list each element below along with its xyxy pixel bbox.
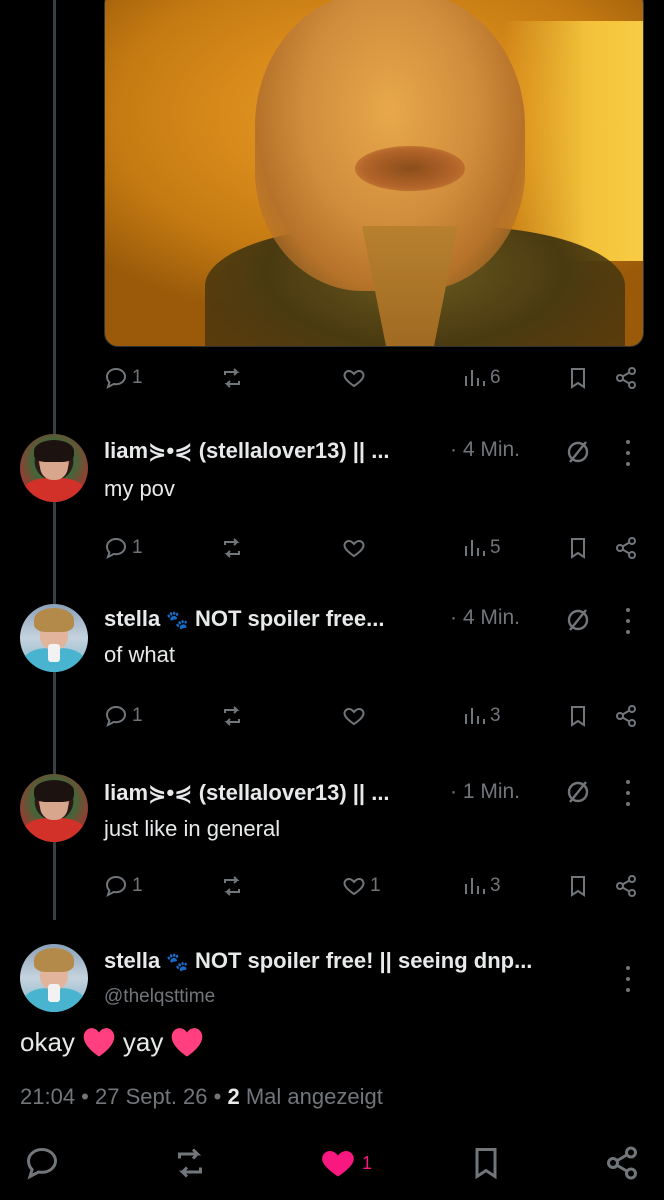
more-options-icon[interactable] (622, 966, 634, 992)
repost-icon (178, 1148, 202, 1178)
muted-icon[interactable] (564, 778, 592, 806)
bookmark-icon (475, 1148, 497, 1180)
share-button[interactable] (604, 1145, 640, 1181)
share-icon (616, 367, 636, 389)
share-icon (616, 705, 636, 727)
views-button[interactable]: 3 (462, 874, 501, 898)
muted-icon[interactable] (564, 606, 592, 634)
reply-icon (105, 537, 127, 560)
bookmark-button[interactable] (566, 704, 590, 728)
paw-prints-icon: 🐾 (166, 952, 189, 972)
repost-button[interactable] (220, 366, 244, 390)
reply-text: my pov (104, 476, 175, 501)
more-options-icon[interactable] (622, 608, 634, 634)
heart-icon (343, 369, 365, 388)
reply-time[interactable]: · 1 Min. (450, 780, 520, 804)
share-icon (616, 537, 636, 559)
views-button[interactable]: 3 (462, 704, 501, 728)
focused-author[interactable]: stella 🐾 NOT spoiler free! || seeing dnp… (104, 948, 532, 974)
like-button[interactable]: 1 (320, 1145, 372, 1181)
reply-button[interactable]: 1 (104, 704, 143, 728)
repost-icon (224, 706, 240, 726)
bookmark-button[interactable] (566, 874, 590, 898)
reply-icon (26, 1147, 58, 1180)
reply-icon (105, 875, 127, 898)
reply-author[interactable]: stella 🐾 NOT spoiler free... (104, 606, 384, 632)
reply-text: just like in general (104, 816, 281, 841)
reply-count: 1 (132, 367, 143, 388)
repost-button[interactable] (220, 874, 244, 898)
avatar[interactable] (20, 774, 88, 842)
post-actions-1: 1 6 (0, 366, 664, 396)
reply-button[interactable]: 1 (104, 536, 143, 560)
repost-button[interactable] (172, 1145, 208, 1181)
views-button[interactable]: 5 (462, 536, 501, 560)
like-button[interactable] (342, 366, 366, 390)
like-button[interactable] (342, 536, 366, 560)
share-button[interactable] (614, 366, 638, 390)
repost-button[interactable] (220, 704, 244, 728)
more-options-icon[interactable] (622, 440, 634, 466)
focused-post-actions: 1 (0, 1145, 664, 1185)
avatar[interactable] (20, 944, 88, 1012)
like-count: 1 (362, 1152, 373, 1173)
bookmark-icon (571, 538, 585, 559)
repost-icon (224, 876, 240, 896)
reply-icon (105, 705, 127, 728)
reply-button[interactable] (24, 1145, 60, 1181)
heart-filled-icon (322, 1151, 354, 1177)
pink-heart-icon (83, 1028, 115, 1057)
post-timestamp[interactable]: 21:04 • 27 Sept. 26 • (20, 1084, 221, 1109)
reply-icon (105, 367, 127, 390)
paw-prints-icon: 🐾 (166, 610, 189, 630)
bookmark-button[interactable] (566, 366, 590, 390)
view-count: 2 (227, 1084, 240, 1109)
share-button[interactable] (614, 874, 638, 898)
reply-time[interactable]: · 4 Min. (450, 438, 520, 462)
repost-icon (224, 368, 240, 388)
share-button[interactable] (614, 704, 638, 728)
author-handle[interactable]: @thelqsttime (104, 986, 215, 1008)
bookmark-button[interactable] (566, 536, 590, 560)
bookmark-icon (571, 706, 585, 727)
reply-author[interactable]: liam⋟•⋞ (stellalover13) || ... (104, 438, 390, 464)
view-count: 6 (490, 367, 501, 388)
views-icon (465, 540, 485, 556)
post-media-image[interactable] (104, 0, 644, 347)
post-meta: 21:04 • 27 Sept. 26 • 2 Mal angezeigt (20, 1084, 383, 1110)
share-icon (607, 1146, 637, 1180)
repost-icon (224, 538, 240, 558)
post-text: okay yay (20, 1026, 205, 1058)
views-icon (465, 708, 485, 724)
views-icon (465, 878, 485, 894)
reply-button[interactable]: 1 (104, 874, 143, 898)
muted-icon[interactable] (564, 438, 592, 466)
bookmark-icon (571, 876, 585, 897)
like-count: 1 (370, 875, 381, 896)
repost-button[interactable] (220, 536, 244, 560)
reply-actions-3: 1 1 3 (0, 874, 664, 904)
reply-actions-1: 1 5 (0, 536, 664, 566)
avatar[interactable] (20, 434, 88, 502)
heart-icon (343, 539, 365, 558)
bookmark-button[interactable] (468, 1145, 504, 1181)
reply-actions-2: 1 3 (0, 704, 664, 734)
reply-text: of what (104, 642, 175, 667)
reply-button[interactable]: 1 (104, 366, 143, 390)
heart-icon (343, 877, 365, 896)
avatar[interactable] (20, 604, 88, 672)
heart-icon (343, 707, 365, 726)
views-icon (465, 370, 485, 386)
more-options-icon[interactable] (622, 780, 634, 806)
bookmark-icon (571, 368, 585, 389)
reply-author[interactable]: liam⋟•⋞ (stellalover13) || ... (104, 780, 390, 806)
like-button[interactable]: 1 (342, 874, 381, 898)
like-button[interactable] (342, 704, 366, 728)
views-button[interactable]: 6 (462, 366, 501, 390)
pink-heart-icon (172, 1028, 203, 1057)
share-button[interactable] (614, 536, 638, 560)
reply-time[interactable]: · 4 Min. (450, 606, 520, 630)
share-icon (616, 875, 636, 897)
view-label: Mal angezeigt (245, 1084, 383, 1109)
